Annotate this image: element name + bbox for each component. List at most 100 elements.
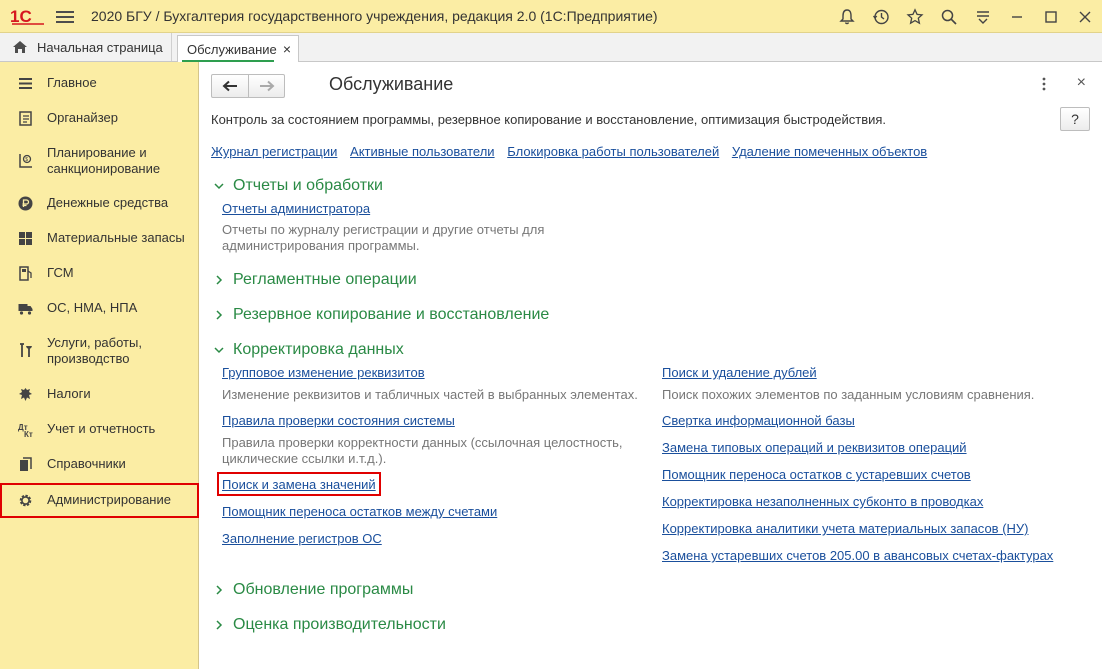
- top-links: Журнал регистрации Активные пользователи…: [211, 144, 936, 159]
- group-routine-header[interactable]: Регламентные операции: [214, 271, 417, 289]
- maximize-icon[interactable]: [1034, 0, 1068, 33]
- link-transfer-accounts[interactable]: Помощник переноса остатков между счетами: [222, 504, 497, 519]
- link-check-rules[interactable]: Правила проверки состояния системы: [222, 413, 455, 428]
- history-icon[interactable]: [864, 0, 898, 33]
- link-analytics[interactable]: Корректировка аналитики учета материальн…: [662, 521, 1029, 536]
- link-os-registers[interactable]: Заполнение регистров ОС: [222, 531, 382, 546]
- help-button[interactable]: ?: [1060, 107, 1090, 131]
- sidebar-item-directories[interactable]: Справочники: [0, 453, 199, 475]
- group-performance-header[interactable]: Оценка производительности: [214, 616, 446, 634]
- page-title: Обслуживание: [329, 74, 454, 94]
- sidebar-item-label: Материальные запасы: [47, 230, 185, 245]
- svg-text:Кт: Кт: [24, 430, 33, 437]
- group-reports-header[interactable]: Отчеты и обработки: [214, 177, 383, 195]
- link-replace-ops[interactable]: Замена типовых операций и реквизитов опе…: [662, 440, 967, 455]
- svg-text:$: $: [25, 157, 28, 163]
- emblem-icon: [17, 386, 33, 402]
- link-duplicates[interactable]: Поиск и удаление дублей: [662, 365, 817, 380]
- link-search-replace[interactable]: Поиск и замена значений: [222, 477, 376, 492]
- tab-close-icon[interactable]: ×: [283, 41, 291, 57]
- books-icon: [17, 456, 33, 472]
- sidebar-item-label: Учет и отчетность: [47, 421, 156, 436]
- link-active-users[interactable]: Активные пользователи: [350, 144, 495, 159]
- sidebar-item-taxes[interactable]: Налоги: [0, 383, 199, 405]
- minimize-icon[interactable]: [1000, 0, 1034, 33]
- tab-home[interactable]: Начальная страница: [0, 33, 172, 61]
- group-title: Корректировка данных: [233, 341, 404, 358]
- menu-icon: [17, 75, 33, 91]
- group-correction-header[interactable]: Корректировка данных: [214, 341, 404, 359]
- group-update-header[interactable]: Обновление программы: [214, 581, 413, 599]
- sidebar-item-accounting[interactable]: Дт Кт Учет и отчетность: [0, 418, 199, 440]
- arrow-left-icon: [222, 80, 237, 92]
- sidebar-item-money[interactable]: Денежные средства: [0, 192, 199, 214]
- link-transfer-obsolete[interactable]: Помощник переноса остатков с устаревших …: [662, 467, 971, 482]
- sidebar-item-planning[interactable]: $ Планирование и санкционирование: [0, 144, 199, 178]
- arrow-right-icon: [259, 80, 274, 92]
- chevron-right-icon: [216, 585, 223, 595]
- close-form-icon[interactable]: ×: [1077, 74, 1086, 92]
- sidebar-item-label: Денежные средства: [47, 195, 169, 210]
- main-menu-icon[interactable]: [56, 8, 74, 24]
- grid-icon: [17, 230, 33, 246]
- tools-icon: [17, 342, 33, 358]
- sidebar-item-materials[interactable]: Материальные запасы: [0, 227, 199, 249]
- group-title: Обновление программы: [233, 581, 414, 598]
- more-vertical-icon[interactable]: [1036, 76, 1052, 92]
- tab-home-label: Начальная страница: [37, 39, 163, 55]
- app-title: 2020 БГУ / Бухгалтерия государственного …: [91, 8, 658, 24]
- sidebar-item-label: ГСМ: [47, 265, 74, 280]
- accounting-icon: Дт Кт: [17, 421, 33, 437]
- sidebar-item-main[interactable]: Главное: [0, 72, 199, 94]
- link-group-change[interactable]: Групповое изменение реквизитов: [222, 365, 425, 380]
- sidebar-item-label: ОС, НМА, НПА: [47, 300, 138, 315]
- sidebar-item-assets[interactable]: ОС, НМА, НПА: [0, 297, 199, 319]
- group-backup-header[interactable]: Резервное копирование и восстановление: [214, 306, 549, 324]
- sidebar-item-organizer[interactable]: Органайзер: [0, 107, 199, 129]
- sidebar-item-services[interactable]: Услуги, работы, производство: [0, 334, 199, 368]
- chevron-right-icon: [216, 275, 223, 285]
- ruble-icon: [17, 195, 33, 211]
- group-title: Резервное копирование и восстановление: [233, 306, 550, 323]
- tab-maintenance-label: Обслуживание: [187, 41, 277, 57]
- chevron-right-icon: [216, 620, 223, 630]
- chevron-down-icon: [214, 183, 224, 190]
- sidebar: Главное Органайзер $ Планирование и санк…: [0, 62, 199, 669]
- chevron-right-icon: [216, 310, 223, 320]
- home-icon: [13, 41, 27, 53]
- link-event-log[interactable]: Журнал регистрации: [211, 144, 337, 159]
- planning-icon: $: [17, 152, 33, 168]
- link-collapse-db[interactable]: Свертка информационной базы: [662, 413, 855, 428]
- note-check-rules: Правила проверки корректности данных (сс…: [222, 435, 623, 466]
- star-icon[interactable]: [898, 0, 932, 33]
- link-replace-205[interactable]: Замена устаревших счетов 205.00 в авансо…: [662, 548, 1053, 563]
- group-title: Оценка производительности: [233, 616, 446, 633]
- search-icon[interactable]: [932, 0, 966, 33]
- back-button[interactable]: [212, 75, 248, 97]
- title-bar: 1С 2020 БГУ / Бухгалтерия государственно…: [0, 0, 1102, 33]
- nav-buttons: [211, 74, 285, 98]
- tab-bar: Начальная страница Обслуживание ×: [0, 33, 1102, 62]
- chevron-down-icon: [214, 347, 224, 354]
- 1c-logo-icon: 1С: [10, 7, 44, 26]
- forward-button[interactable]: [248, 75, 284, 97]
- sidebar-item-administration[interactable]: Администрирование: [0, 483, 199, 518]
- truck-icon: [17, 300, 33, 316]
- link-delete-marked[interactable]: Удаление помеченных объектов: [732, 144, 927, 159]
- tab-maintenance[interactable]: Обслуживание ×: [177, 35, 299, 62]
- link-admin-reports[interactable]: Отчеты администратора: [222, 201, 370, 216]
- sidebar-item-fuel[interactable]: ГСМ: [0, 262, 199, 284]
- sidebar-item-label: Налоги: [47, 386, 91, 401]
- link-subconto[interactable]: Корректировка незаполненных субконто в п…: [662, 494, 983, 509]
- note-duplicates: Поиск похожих элементов по заданным усло…: [662, 387, 1035, 402]
- link-block-users[interactable]: Блокировка работы пользователей: [507, 144, 719, 159]
- sidebar-item-label: Главное: [47, 75, 97, 90]
- bell-icon[interactable]: [830, 0, 864, 33]
- group-title: Отчеты и обработки: [233, 177, 383, 194]
- svg-text:1С: 1С: [10, 7, 32, 26]
- note-admin-reports: Отчеты по журналу регистрации и другие о…: [222, 222, 545, 253]
- close-window-icon[interactable]: [1068, 0, 1102, 33]
- main-content: Обслуживание × ? Контроль за состоянием …: [200, 62, 1102, 669]
- menu-down-icon[interactable]: [966, 0, 1000, 33]
- sidebar-item-label: Органайзер: [47, 110, 118, 125]
